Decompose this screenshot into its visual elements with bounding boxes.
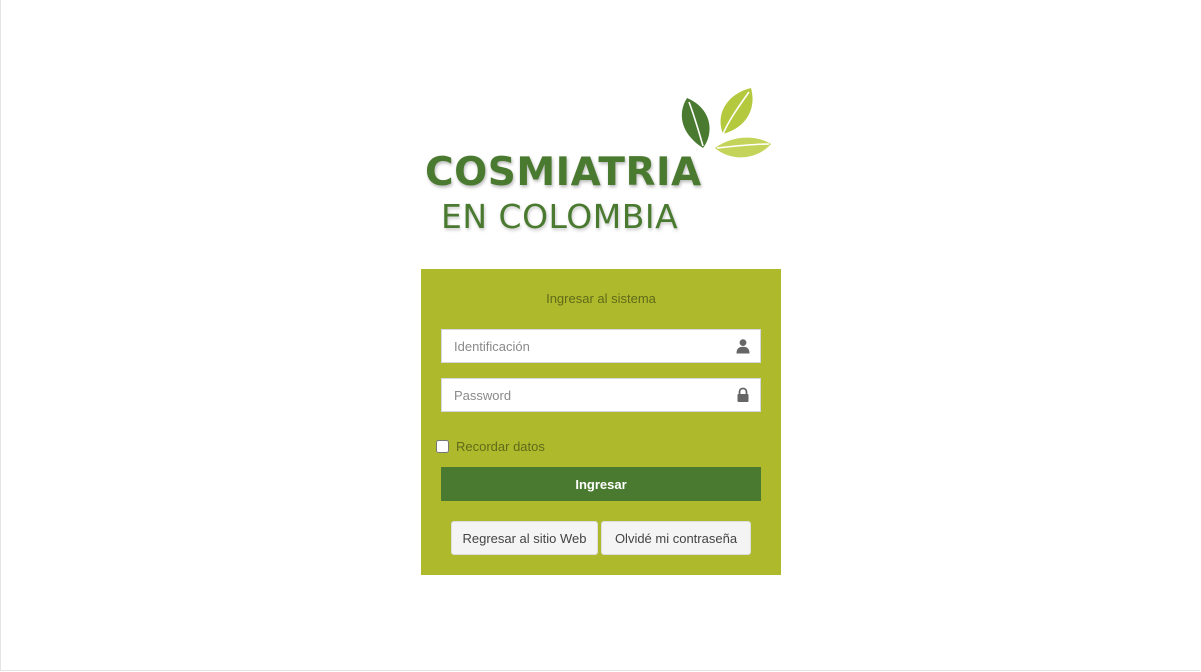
brand-subtitle: EN COLOMBIA (441, 197, 679, 236)
back-to-site-button[interactable]: Regresar al sitio Web (451, 521, 598, 555)
username-input[interactable] (442, 330, 734, 362)
login-title: Ingresar al sistema (546, 291, 656, 306)
username-field (441, 329, 761, 363)
user-icon (736, 339, 750, 354)
forgot-password-button[interactable]: Olvidé mi contraseña (601, 521, 751, 555)
login-panel: Ingresar al sistema Recordar datos Ingre… (421, 269, 781, 575)
remember-label[interactable]: Recordar datos (456, 439, 545, 454)
login-button[interactable]: Ingresar (441, 467, 761, 501)
password-input[interactable] (442, 379, 734, 411)
lock-icon (737, 387, 749, 402)
remember-checkbox[interactable] (436, 440, 449, 453)
password-field (441, 378, 761, 412)
brand-title: COSMIATRIA (425, 150, 702, 195)
brand-logo: COSMIATRIA EN COLOMBIA (420, 84, 780, 240)
